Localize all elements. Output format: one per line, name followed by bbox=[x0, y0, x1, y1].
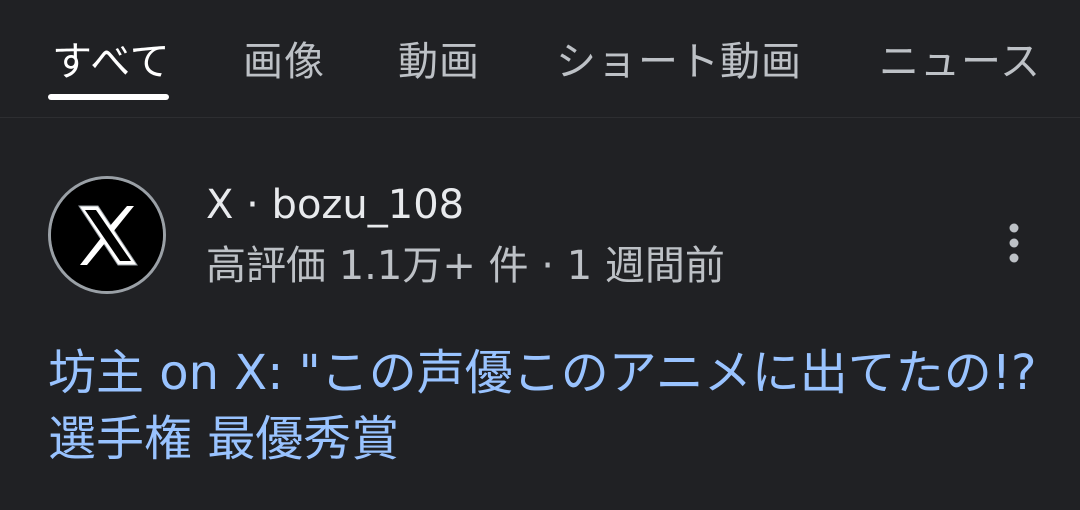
result-title-link[interactable]: 坊主 on X: "この声優このアニメに出てたの!?選手権 最優秀賞 bbox=[48, 340, 1038, 472]
tab-news[interactable]: ニュース bbox=[879, 36, 1041, 88]
search-tabs: すべて 画像 動画 ショート動画 ニュース bbox=[0, 0, 1080, 118]
active-tab-indicator bbox=[48, 94, 169, 100]
tab-short-videos[interactable]: ショート動画 bbox=[556, 36, 802, 88]
more-vert-icon[interactable] bbox=[996, 218, 1032, 268]
result-source[interactable]: X · bozu_108 bbox=[206, 180, 464, 230]
x-logo-icon[interactable] bbox=[48, 176, 166, 294]
result-meta: 高評価 1.1万+ 件 · 1 週間前 bbox=[206, 243, 725, 289]
tab-images[interactable]: 画像 bbox=[243, 36, 325, 88]
tab-all[interactable]: すべて bbox=[52, 36, 171, 88]
tab-videos[interactable]: 動画 bbox=[398, 36, 480, 88]
